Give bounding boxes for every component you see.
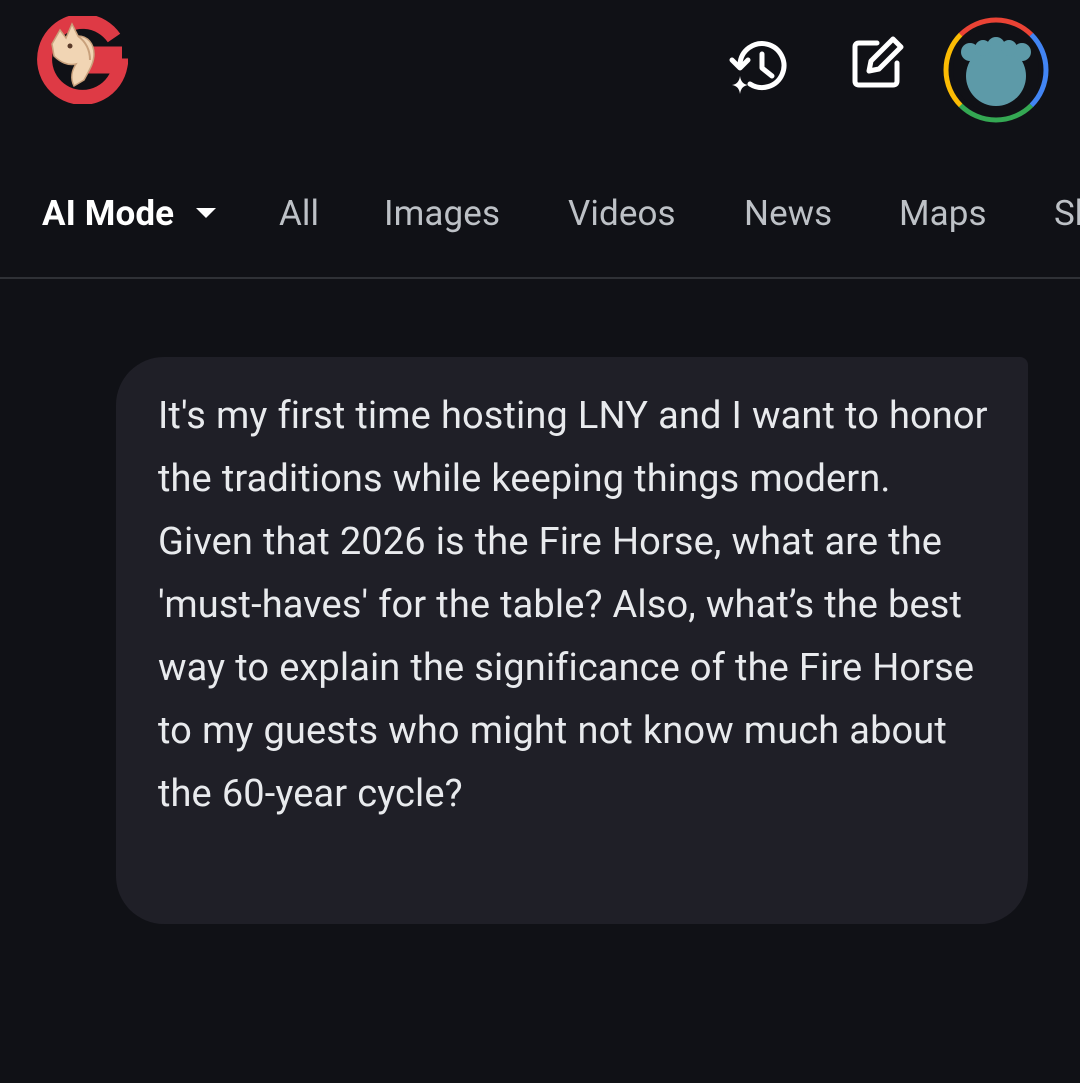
new-chat-button[interactable] bbox=[840, 28, 914, 98]
google-horse-logo-icon bbox=[37, 13, 129, 105]
tab-label: Images bbox=[384, 193, 501, 234]
tab-maps[interactable]: Maps bbox=[899, 190, 987, 238]
user-message-bubble: It's my first time hosting LNY and I wan… bbox=[116, 357, 1028, 924]
chevron-down-icon bbox=[196, 207, 217, 218]
tab-label: AI Mode bbox=[42, 193, 175, 234]
history-button[interactable] bbox=[722, 30, 794, 102]
tab-label: All bbox=[279, 193, 320, 234]
history-sparkle-icon bbox=[729, 41, 787, 94]
ai-mode-page: AI Mode All Images Videos News Maps Sh I… bbox=[0, 0, 1080, 1083]
tab-label: News bbox=[744, 193, 833, 234]
tab-videos[interactable]: Videos bbox=[568, 190, 676, 238]
tab-all[interactable]: All bbox=[279, 190, 319, 238]
tab-images[interactable]: Images bbox=[384, 190, 500, 238]
tab-label: Maps bbox=[899, 193, 987, 234]
tab-label: Videos bbox=[568, 193, 676, 234]
edit-compose-icon bbox=[852, 36, 904, 88]
search-tabs: AI Mode All Images Videos News Maps Sh bbox=[0, 168, 1080, 262]
account-avatar[interactable] bbox=[940, 14, 1052, 126]
tab-label: Sh bbox=[1054, 193, 1080, 234]
tab-shopping[interactable]: Sh bbox=[1054, 190, 1080, 238]
google-doodle-logo[interactable] bbox=[36, 13, 129, 105]
tabs-divider bbox=[0, 277, 1080, 279]
bear-avatar-icon bbox=[943, 17, 1049, 123]
tab-news[interactable]: News bbox=[744, 190, 832, 238]
user-message-text: It's my first time hosting LNY and I wan… bbox=[158, 394, 988, 816]
tab-ai-mode[interactable]: AI Mode bbox=[42, 190, 217, 238]
